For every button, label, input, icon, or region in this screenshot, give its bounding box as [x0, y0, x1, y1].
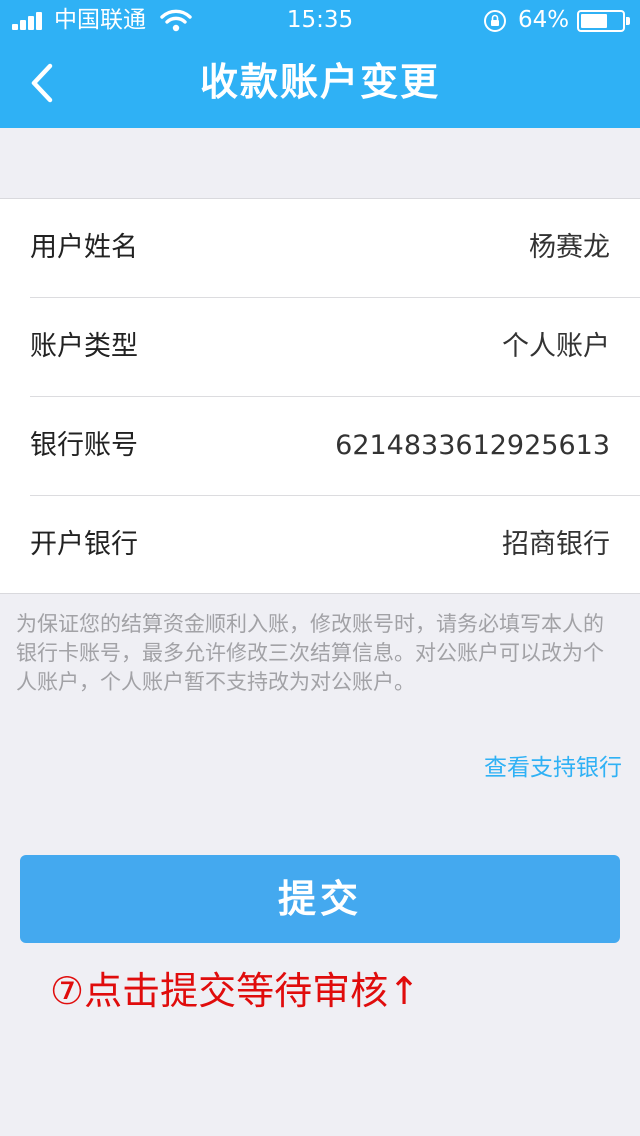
- page-title: 收款账户变更: [199, 60, 440, 104]
- row-label: 用户姓名: [30, 232, 138, 263]
- account-info-form: 用户姓名 杨赛龙 账户类型 个人账户 银行账号 6214833612925613…: [0, 198, 640, 594]
- row-value[interactable]: 个人账户: [502, 298, 610, 396]
- rotation-lock-icon: [484, 10, 506, 32]
- submit-button[interactable]: 提交: [20, 855, 620, 943]
- instruction-annotation: ⑦点击提交等待审核↑: [50, 969, 420, 1013]
- row-label: 银行账号: [30, 430, 138, 461]
- row-bank-account[interactable]: 银行账号 6214833612925613: [0, 397, 640, 496]
- row-user-name: 用户姓名 杨赛龙: [0, 199, 640, 298]
- row-value: 杨赛龙: [529, 232, 610, 263]
- row-label: 账户类型: [30, 331, 138, 362]
- notice-text: 为保证您的结算资金顺利入账，修改账号时，请务必填写本人的银行卡账号，最多允许修改…: [16, 612, 604, 694]
- bank-name-select[interactable]: 招商银行: [502, 496, 610, 594]
- row-account-type[interactable]: 账户类型 个人账户: [0, 298, 640, 397]
- row-label: 开户银行: [30, 529, 138, 560]
- view-supported-banks-link[interactable]: 查看支持银行: [484, 752, 622, 784]
- battery-icon: [577, 10, 630, 32]
- header-bar: 中国联通 15:35 64% 收款账户变更: [0, 0, 640, 128]
- battery-percent: 64%: [518, 7, 570, 33]
- row-bank-name[interactable]: 开户银行 招商银行: [0, 496, 640, 595]
- status-bar: 中国联通 15:35 64%: [0, 0, 640, 40]
- bank-account-input[interactable]: 6214833612925613: [335, 397, 610, 495]
